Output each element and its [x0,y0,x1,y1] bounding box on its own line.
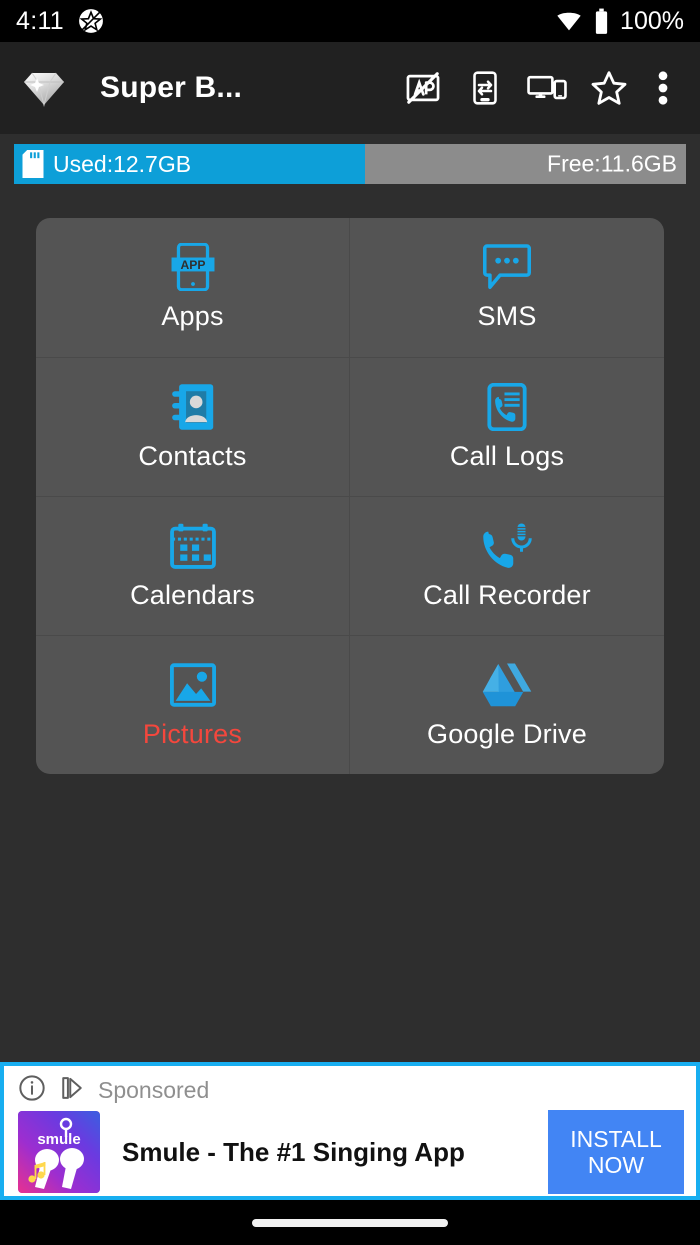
app-bar-actions [392,57,686,119]
diamond-icon [20,64,68,112]
call-logs-icon [486,382,528,431]
pictures-image-icon [169,661,216,709]
home-gesture-pill[interactable] [252,1218,448,1227]
status-bar-clock: 4:11 [16,6,65,35]
svg-text:smule: smule [37,1131,80,1148]
smule-app-icon: smule [18,1111,100,1193]
battery-full-icon [593,8,610,35]
grid-item-google-drive[interactable]: Google Drive [350,635,664,774]
grid-item-label: Calendars [130,579,255,610]
page-title: Super B... [100,71,243,104]
grid-item-call-logs[interactable]: Call Logs [350,357,664,496]
grid-item-calendars[interactable]: Calendars [36,496,350,635]
feature-grid: APP Apps SMS Contacts Call Logs Calendar… [36,218,664,774]
sms-bubble-icon [483,243,531,291]
svg-text:APP: APP [180,258,205,272]
grid-item-apps[interactable]: APP Apps [36,218,350,357]
grid-item-contacts[interactable]: Contacts [36,357,350,496]
status-bar-left: 4:11 [16,7,104,36]
sd-card-icon [22,150,44,178]
feature-grid-container: APP Apps SMS Contacts Call Logs Calendar… [0,184,700,774]
storage-bar-container: Used:12.7GB Free:11.6GB [0,134,700,184]
overflow-menu-icon[interactable] [640,57,686,119]
grid-item-label: Apps [161,301,224,331]
status-bar-right: 100% [555,7,684,36]
ad-block-icon[interactable] [392,57,454,119]
system-navigation-bar [0,1200,700,1245]
install-now-button[interactable]: INSTALL NOW [548,1110,684,1194]
calendar-icon [169,522,216,570]
star-badge-icon [78,8,104,34]
app-bar: Super B... [0,42,700,134]
ad-title: Smule - The #1 Singing App [122,1136,465,1167]
storage-bar[interactable]: Used:12.7GB Free:11.6GB [14,144,686,184]
phone-transfer-icon[interactable] [454,57,516,119]
install-now-line2: NOW [587,1152,645,1178]
battery-percent-label: 100% [620,6,684,35]
apps-phone-icon: APP [171,243,215,291]
call-recorder-icon [482,522,532,570]
grid-item-label: Google Drive [427,718,587,749]
ad-header: Sponsored [4,1066,696,1108]
ad-sponsored-label: Sponsored [98,1076,210,1103]
star-icon[interactable] [578,57,640,119]
grid-item-label: Call Recorder [423,579,591,610]
app-screen: 4:11 100% Super B... Used:12.7GB Free:11… [0,0,700,1245]
ad-body: smule Smule - The #1 Singing App INSTALL… [4,1108,696,1196]
grid-item-label: SMS [477,301,537,331]
grid-item-sms[interactable]: SMS [350,218,664,357]
adchoices-icon[interactable] [58,1074,86,1107]
grid-item-call-recorder[interactable]: Call Recorder [350,496,664,635]
status-bar: 4:11 100% [0,0,700,42]
grid-item-label: Call Logs [449,440,565,471]
info-circle-icon[interactable] [18,1074,46,1107]
contacts-book-icon [171,383,215,431]
storage-used-label: Used:12.7GB [53,150,192,177]
google-drive-icon [481,661,533,709]
install-now-line1: INSTALL [570,1125,662,1152]
wifi-icon [555,7,583,35]
storage-used-segment: Used:12.7GB [14,144,366,184]
storage-free-label: Free:11.6GB [547,150,677,177]
ad-banner[interactable]: Sponsored smule Smule - The #1 Singing A… [0,1062,700,1200]
grid-item-pictures[interactable]: Pictures [36,635,350,774]
grid-item-label: Contacts [138,440,247,471]
grid-item-label: Pictures [142,718,243,749]
pc-mobile-icon[interactable] [516,57,578,119]
